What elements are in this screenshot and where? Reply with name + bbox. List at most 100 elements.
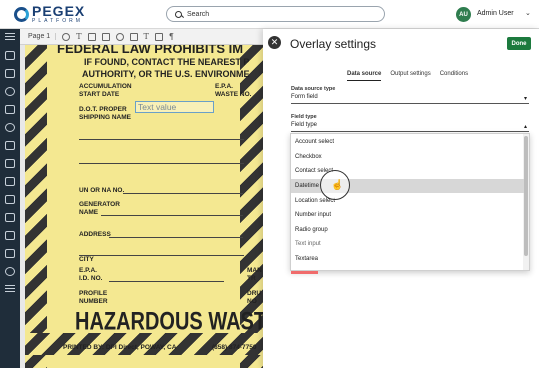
- folder-icon[interactable]: [5, 177, 15, 186]
- option-textarea[interactable]: Textarea: [291, 252, 524, 267]
- city-label: CITY: [79, 256, 94, 263]
- dru-label: DRU: [247, 290, 262, 297]
- field-type-dropdown: Account select Checkbox Contact select D…: [290, 133, 530, 271]
- text-box-tool-icon[interactable]: T: [144, 32, 149, 41]
- field-type-select[interactable]: Field type ▴: [291, 122, 529, 132]
- rule-line: [123, 193, 243, 194]
- option-checkbox[interactable]: Checkbox: [291, 150, 524, 165]
- checkbox-tool-icon[interactable]: [87, 32, 96, 41]
- label-subheading-2: AUTHORITY, OR THE U.S. ENVIRONME: [82, 69, 250, 79]
- printed-by-footer: PRINTED BY: DPI Direct, POWAY, CA (858) …: [63, 344, 256, 351]
- settings-icon[interactable]: [62, 32, 71, 41]
- grid-icon[interactable]: [5, 51, 15, 60]
- date-tool-icon[interactable]: [129, 32, 138, 41]
- dot-proper-label: D.O.T. PROPER: [79, 106, 127, 113]
- left-nav: [0, 29, 20, 368]
- rule-line: [109, 281, 224, 282]
- generator-label: GENERATOR: [79, 201, 120, 208]
- done-button[interactable]: Done: [507, 37, 531, 50]
- data-source-type-select[interactable]: Form field ▾: [291, 94, 529, 104]
- option-text-input[interactable]: Text input: [291, 237, 524, 252]
- tr-label: TR: [247, 275, 256, 282]
- no-label: NO: [247, 298, 257, 305]
- pegex-logo[interactable]: PEGEX PLATFORM: [14, 4, 85, 24]
- warning-icon[interactable]: [5, 123, 15, 132]
- search-icon: [175, 10, 182, 18]
- start-date-label: START DATE: [79, 91, 120, 98]
- address-label: ADDRESS: [79, 231, 111, 238]
- logo-text: PEGEX PLATFORM: [32, 4, 85, 24]
- shipping-name-label: SHIPPING NAME: [79, 114, 132, 121]
- logo-sub-text: PLATFORM: [32, 18, 83, 24]
- user-name[interactable]: Admin User: [477, 10, 514, 17]
- chevron-down-icon[interactable]: ⌄: [525, 9, 531, 17]
- tab-conditions[interactable]: Conditions: [440, 71, 468, 81]
- top-bar: PEGEX PLATFORM Search AU Admin User ⌄: [0, 0, 539, 29]
- pulse-icon[interactable]: [5, 141, 15, 150]
- document-editor: Page 1 T T ¶ FEDERAL LAW PROHIBITS IM IF…: [20, 29, 265, 368]
- close-button[interactable]: ✕: [268, 36, 281, 49]
- tab-output-settings[interactable]: Output settings: [390, 71, 430, 81]
- overlay-settings-panel: ✕ Overlay settings Done Data source Outp…: [263, 29, 539, 368]
- field-type-label: Field type: [291, 114, 317, 120]
- text-value-field[interactable]: Text value: [135, 101, 214, 113]
- logo-mark-icon: [14, 6, 29, 22]
- gear-icon[interactable]: [5, 267, 15, 276]
- dropdown-scrollbar[interactable]: [524, 136, 528, 256]
- sliders-icon[interactable]: [5, 285, 15, 292]
- tab-data-source[interactable]: Data source: [347, 71, 382, 81]
- number-label: NUMBER: [79, 298, 108, 305]
- signature-tool-icon[interactable]: [101, 32, 110, 41]
- chevron-down-icon: ▾: [523, 96, 527, 102]
- data-source-type-label: Data source type: [291, 86, 336, 92]
- circle-tool-icon[interactable]: [115, 32, 124, 41]
- paragraph-tool-icon[interactable]: ¶: [169, 32, 174, 41]
- rule-line: [79, 255, 244, 256]
- phone-text: (858) 874-7750: [211, 344, 257, 351]
- check-icon[interactable]: [5, 213, 15, 222]
- label-subheading-1: IF FOUND, CONTACT THE NEAREST P: [84, 57, 250, 67]
- un-na-label: UN OR NA NO.: [79, 187, 125, 194]
- avatar[interactable]: AU: [456, 7, 471, 22]
- close-icon: ✕: [270, 37, 279, 47]
- document-toolbar: Page 1 T T ¶: [20, 29, 265, 45]
- id-no-label: I.D. NO.: [79, 275, 103, 282]
- rule-line: [109, 237, 243, 238]
- text-tool-icon[interactable]: T: [76, 32, 81, 41]
- epa-label: E.P.A.: [79, 267, 97, 274]
- hazardous-waste-banner: HAZARDOUS WASTE / HA: [75, 308, 265, 336]
- image-icon[interactable]: [5, 249, 15, 258]
- menu-icon[interactable]: [5, 33, 15, 40]
- chart-icon[interactable]: [5, 231, 15, 240]
- home-icon[interactable]: [5, 69, 15, 78]
- search-placeholder: Search: [187, 10, 210, 18]
- option-number-input[interactable]: Number input: [291, 208, 524, 223]
- document-icon[interactable]: [5, 105, 15, 114]
- printed-by-text: PRINTED BY: DPI Direct, POWAY, CA: [63, 344, 177, 351]
- error-indicator: [291, 271, 318, 274]
- page-label[interactable]: Page 1: [28, 33, 57, 40]
- option-account-select[interactable]: Account select: [291, 135, 524, 150]
- rule-line: [79, 163, 244, 164]
- image-tool-icon[interactable]: [154, 32, 163, 41]
- logo-main-text: PEGEX: [32, 3, 86, 19]
- book-icon[interactable]: [5, 195, 15, 204]
- epa-top-label: E.P.A.: [215, 83, 233, 90]
- chevron-up-icon: ▴: [523, 124, 527, 130]
- hand-pointer-icon: ☝: [331, 180, 344, 191]
- data-source-type-value: Form field: [291, 94, 318, 100]
- hazardous-waste-label: FEDERAL LAW PROHIBITS IM IF FOUND, CONTA…: [25, 45, 265, 368]
- search-input[interactable]: Search: [166, 6, 385, 22]
- name-label: NAME: [79, 209, 99, 216]
- man-label: MAN: [247, 267, 262, 274]
- panel-title: Overlay settings: [290, 37, 377, 51]
- hazard-stripes-left: [25, 45, 47, 368]
- rule-line: [79, 139, 244, 140]
- option-radio-group[interactable]: Radio group: [291, 223, 524, 238]
- settings-tabs: Data source Output settings Conditions: [347, 71, 468, 81]
- profile-label: PROFILE: [79, 290, 108, 297]
- accumulation-label: ACCUMULATION: [79, 83, 132, 90]
- leaf-icon[interactable]: [5, 159, 15, 168]
- label-heading: FEDERAL LAW PROHIBITS IM: [57, 45, 244, 56]
- money-bag-icon[interactable]: [5, 87, 15, 96]
